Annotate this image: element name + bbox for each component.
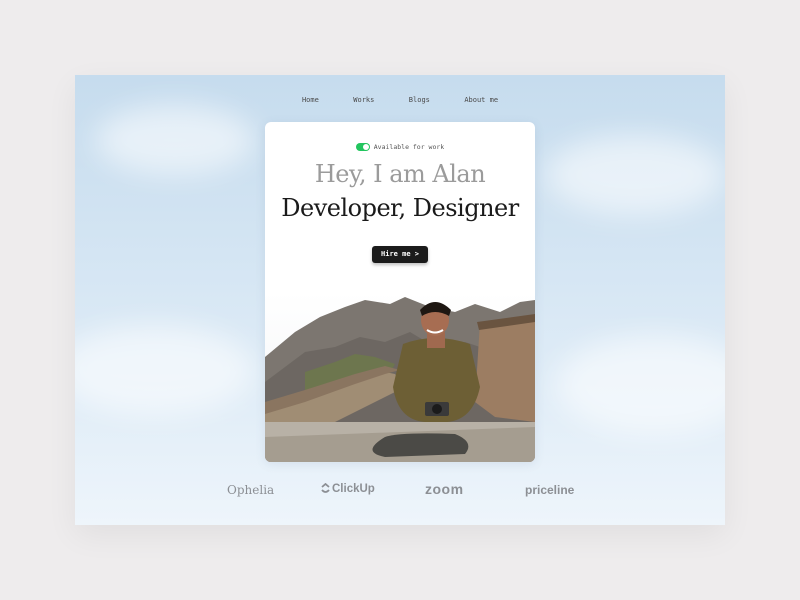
logo-ophelia: Ophelia (227, 483, 275, 497)
cloud-decoration (95, 105, 255, 175)
availability-status: Available for work (265, 138, 535, 156)
nav-item-works[interactable]: Works (353, 96, 374, 104)
logo-zoom: zoom (425, 481, 464, 497)
availability-label: Available for work (373, 142, 445, 151)
cloud-decoration (555, 335, 725, 435)
hero-section: Home Works Blogs About me Available for … (75, 75, 725, 525)
hire-me-button[interactable]: Hire me > (372, 246, 428, 263)
top-navigation: Home Works Blogs About me (75, 89, 725, 107)
nav-item-home[interactable]: Home (302, 96, 319, 104)
nav-item-about-me[interactable]: About me (464, 96, 498, 104)
cloud-decoration (75, 325, 255, 415)
role-heading: Developer, Designer (281, 194, 519, 222)
client-logos: Ophelia ClickUp zoom priceline (75, 481, 725, 503)
logo-clickup-label: ClickUp (332, 483, 375, 495)
clickup-icon (321, 483, 330, 494)
nav-item-blogs[interactable]: Blogs (409, 96, 430, 104)
greeting-heading: Hey, I am Alan (314, 160, 486, 188)
portrait-photo (265, 292, 535, 462)
availability-toggle[interactable] (355, 142, 370, 151)
cloud-decoration (545, 135, 725, 215)
logo-priceline: priceline (525, 483, 575, 497)
logo-clickup: ClickUp (321, 483, 375, 495)
profile-card: Available for work Hey, I am Alan Develo… (265, 122, 535, 462)
